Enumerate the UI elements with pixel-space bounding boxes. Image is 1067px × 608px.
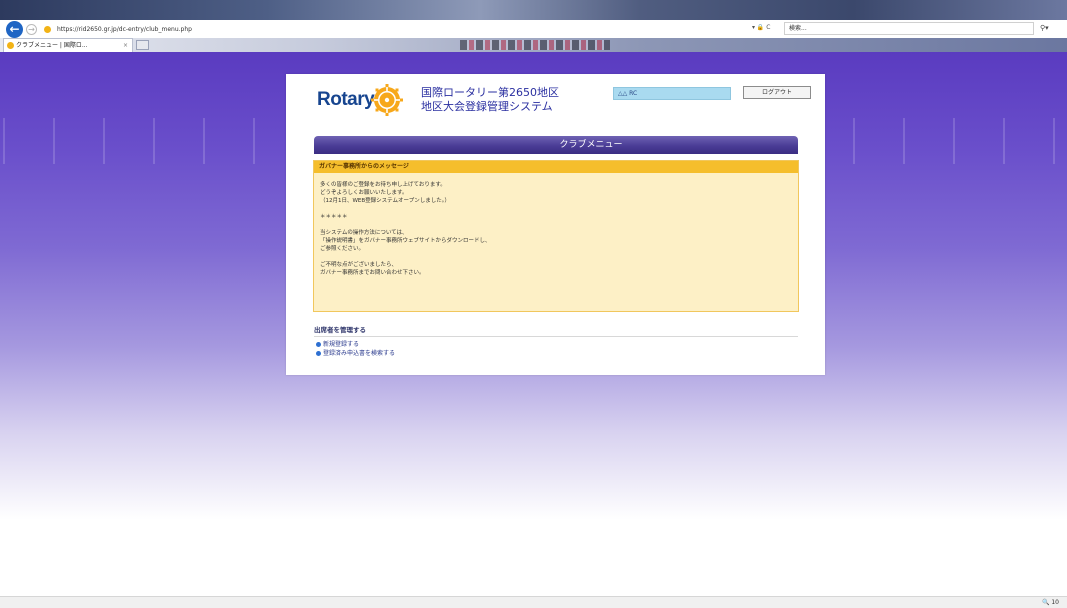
logout-button[interactable]: ログアウト: [743, 86, 811, 99]
message-line: ご参照ください。: [320, 246, 365, 252]
address-url: https://rid2650.gr.jp/dc-entry/club_menu…: [57, 26, 192, 33]
tab-favicon-icon: [7, 42, 14, 49]
new-tab-button[interactable]: [136, 40, 149, 50]
message-line: どうぞよろしくお願いいたします。: [320, 190, 408, 196]
message-line: [320, 253, 790, 261]
message-line: 多くの皆様のご登録をお待ち申し上げております。: [320, 182, 446, 188]
message-line: 当システムの操作方法については、: [320, 230, 408, 236]
tab-club-menu[interactable]: クラブメニュー | 国際ロ... ×: [3, 38, 133, 52]
taskbar-preview-strip: [460, 40, 610, 50]
message-line: [320, 205, 790, 213]
governor-message-box: ガバナー事務所からのメッセージ 多くの皆様のご登録をお待ち申し上げております。 …: [313, 160, 799, 312]
address-bar[interactable]: https://rid2650.gr.jp/dc-entry/club_menu…: [42, 23, 782, 36]
window-titlebar: [0, 0, 1067, 20]
tab-title: クラブメニュー | 国際ロ...: [16, 42, 88, 49]
search-icon[interactable]: ⚲▾: [1040, 24, 1049, 32]
zoom-level[interactable]: 🔍 10: [1042, 599, 1059, 606]
message-line: ご不明な点がございましたら、: [320, 262, 398, 268]
system-title-line2: 地区大会登録管理システム: [421, 100, 553, 113]
bullet-icon: [316, 351, 321, 356]
new-registration-link[interactable]: 新規登録する: [316, 341, 359, 349]
rotary-wheel-icon: [371, 84, 403, 116]
message-line: [320, 221, 790, 229]
message-line: ガバナー事務所までお問い合わせ下さい。: [320, 270, 425, 276]
system-title-line1: 国際ロータリー第2650地区: [421, 86, 559, 99]
logged-in-club-display: △△ RC: [613, 87, 731, 100]
search-registrations-label: 登録済み申込書を検索する: [323, 350, 396, 357]
system-title: 国際ロータリー第2650地区 地区大会登録管理システム: [421, 86, 559, 114]
bullet-icon: [316, 342, 321, 347]
tab-close-icon[interactable]: ×: [123, 39, 128, 52]
page-title: クラブメニュー: [314, 136, 798, 154]
section-heading-manage-attendees: 出席者を管理する: [314, 324, 798, 337]
address-bar-controls[interactable]: ▾ 🔒 C: [752, 24, 771, 31]
message-line: 「操作説明書」をガバナー事務所ウェブサイトからダウンロードし、: [320, 238, 491, 244]
message-body: 多くの皆様のご登録をお待ち申し上げております。 どうぞよろしくお願いいたします。…: [320, 181, 790, 277]
rotary-wordmark: Rotary: [317, 89, 375, 110]
back-button[interactable]: ←: [6, 21, 23, 38]
search-registrations-link[interactable]: 登録済み申込書を検索する: [316, 350, 395, 358]
forward-button[interactable]: →: [26, 24, 37, 35]
status-bar: 🔍 10: [0, 596, 1067, 608]
message-title: ガバナー事務所からのメッセージ: [314, 161, 798, 173]
tab-bar: クラブメニュー | 国際ロ... ×: [0, 38, 1067, 52]
site-favicon-icon: [44, 26, 51, 33]
message-line: ＊＊＊＊＊: [320, 214, 348, 220]
new-registration-label: 新規登録する: [323, 341, 360, 348]
message-line: （12月1日、WEB登録システムオープンしました。）: [320, 198, 450, 204]
search-input[interactable]: 検索...: [784, 22, 1034, 35]
